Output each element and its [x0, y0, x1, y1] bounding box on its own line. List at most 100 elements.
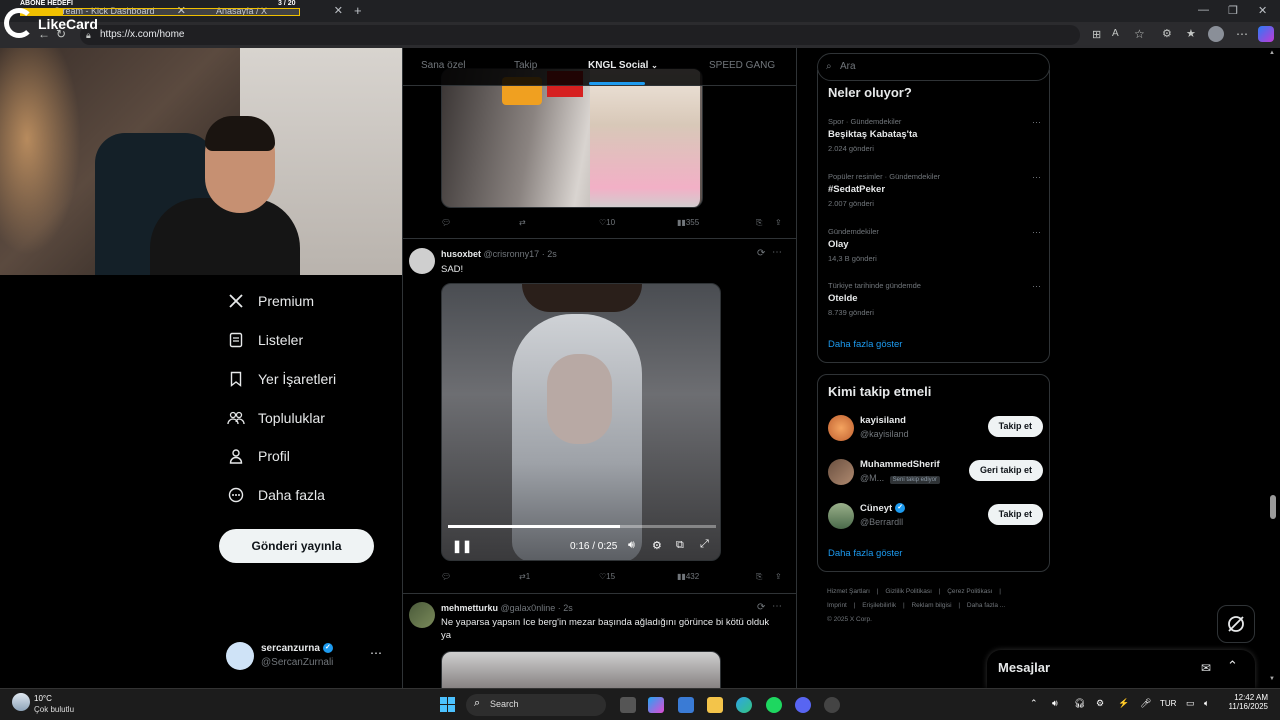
- trend-item[interactable]: Popüler resimler · Gündemdekiler #SedatP…: [828, 172, 1043, 220]
- nav-premium[interactable]: Premium: [226, 288, 314, 314]
- maximize-icon[interactable]: ❐: [1228, 4, 1238, 17]
- copilot-icon[interactable]: [1258, 26, 1274, 42]
- nav-lists[interactable]: Listeler: [226, 327, 303, 353]
- account-switcher[interactable]: sercanzurna ✓ @SercanZurnali ⋯: [226, 640, 386, 672]
- tab-speed-gang[interactable]: SPEED GANG: [709, 60, 775, 71]
- network-icon[interactable]: ⚡: [1118, 698, 1129, 709]
- page-scrollbar[interactable]: ▲ ▼: [1269, 50, 1277, 686]
- microphone-icon[interactable]: 🎤︎: [1140, 698, 1151, 709]
- profile-avatar-icon[interactable]: [1208, 26, 1224, 42]
- obs-icon[interactable]: [824, 697, 840, 713]
- spotify-icon[interactable]: [766, 697, 782, 713]
- tweet-author[interactable]: husoxbet @crisronny17 · 2s: [441, 249, 557, 259]
- follow-suggestion[interactable]: kayisiland @kayisiland Takip et: [828, 413, 1043, 445]
- retweet-button[interactable]: ⇄ 1: [519, 572, 530, 581]
- more-dots-icon[interactable]: ⋯: [1032, 117, 1041, 128]
- reply-icon[interactable]: 💬︎: [441, 572, 451, 581]
- footer-link[interactable]: Imprint: [827, 602, 847, 609]
- tab-following[interactable]: Takip: [514, 60, 537, 71]
- trend-item[interactable]: Spor · Gündemdekiler Beşiktaş Kabataş'ta…: [828, 117, 1043, 165]
- picture-in-picture-icon[interactable]: ⧉: [676, 539, 684, 552]
- nav-more[interactable]: Daha fazla: [226, 482, 325, 508]
- retweet-icon[interactable]: ⇄: [519, 218, 526, 227]
- volume-icon[interactable]: 🔊︎: [628, 539, 635, 552]
- video-progress-track[interactable]: [448, 525, 716, 528]
- more-dots-icon[interactable]: ⋯: [370, 646, 382, 660]
- reply-icon[interactable]: 💬︎: [441, 218, 451, 227]
- tweet-author[interactable]: mehmetturku @galax0nline · 2s: [441, 603, 573, 613]
- share-icon[interactable]: ⇪: [775, 218, 782, 227]
- footer-link[interactable]: Daha fazla ...: [967, 602, 1005, 609]
- fullscreen-icon[interactable]: ⤢: [700, 538, 709, 551]
- tab-for-you[interactable]: Sana özel: [421, 60, 465, 71]
- read-aloud-icon[interactable]: A: [1112, 28, 1119, 39]
- like-button[interactable]: ♡ 10: [599, 218, 615, 227]
- speaker-icon[interactable]: 🔈︎: [1204, 698, 1209, 709]
- extensions-icon[interactable]: ⚙: [1162, 27, 1172, 40]
- footer-link[interactable]: Çerez Politikası: [947, 588, 992, 595]
- show-more-link[interactable]: Daha fazla göster: [828, 548, 902, 559]
- footer-link[interactable]: Gizlilik Politikası: [885, 588, 932, 595]
- display-icon[interactable]: ▭: [1186, 698, 1195, 709]
- language-indicator[interactable]: TUR: [1160, 699, 1176, 708]
- scroll-up-icon[interactable]: ▲: [1269, 50, 1275, 56]
- tray-chevron-icon[interactable]: ⌃: [1030, 698, 1038, 709]
- volume-icon[interactable]: 🔊︎: [1052, 698, 1058, 709]
- discord-icon[interactable]: [795, 697, 811, 713]
- task-view-icon[interactable]: [620, 697, 636, 713]
- follow-button[interactable]: Takip et: [987, 416, 1043, 437]
- more-dots-icon[interactable]: ⋯: [1032, 227, 1041, 238]
- messages-drawer[interactable]: Mesajlar ✉ ⌃: [987, 650, 1255, 688]
- apps-icon[interactable]: ⊞: [1092, 28, 1101, 41]
- nav-bookmarks[interactable]: Yer İşaretleri: [226, 366, 336, 392]
- favorites-icon[interactable]: ★: [1186, 27, 1196, 40]
- follow-back-button[interactable]: Geri takip et: [968, 460, 1043, 481]
- avatar[interactable]: [409, 248, 435, 274]
- taskbar-search[interactable]: ⌕ Search: [466, 694, 606, 716]
- post-button[interactable]: Gönderi yayınla: [219, 529, 374, 563]
- minimize-icon[interactable]: —: [1198, 4, 1209, 16]
- more-dots-icon[interactable]: ⋯: [1032, 172, 1041, 183]
- expand-up-icon[interactable]: ⌃: [1227, 658, 1238, 674]
- footer-link[interactable]: Hizmet Şartları: [827, 588, 870, 595]
- like-button[interactable]: ♡ 15: [599, 572, 615, 581]
- bookmark-icon[interactable]: ⎘: [756, 218, 762, 228]
- trend-item[interactable]: Gündemdekiler Olay 14,3 B gönderi ⋯: [828, 227, 1043, 275]
- share-icon[interactable]: ⇪: [775, 572, 782, 581]
- views-button[interactable]: ▮▮ 355: [677, 218, 699, 227]
- tweet-video[interactable]: ❚❚ 0:16 / 0:25 🔊︎ ⚙ ⧉ ⤢: [441, 283, 721, 561]
- footer-link[interactable]: Erişilebilirlik: [862, 602, 896, 609]
- pause-icon[interactable]: ❚❚: [452, 539, 472, 553]
- close-window-icon[interactable]: ✕: [1258, 4, 1267, 17]
- show-more-link[interactable]: Daha fazla göster: [828, 339, 902, 350]
- clock[interactable]: 12:42 AM 11/16/2025: [1226, 693, 1268, 711]
- trend-item[interactable]: Türkiye tarihinde gündemde Otelde 8.739 …: [828, 281, 1043, 329]
- views-button[interactable]: ▮▮ 432: [677, 572, 699, 581]
- file-explorer-icon[interactable]: [707, 697, 723, 713]
- footer-link[interactable]: Reklam bilgisi: [911, 602, 951, 609]
- favorite-star-icon[interactable]: ☆: [1134, 27, 1145, 41]
- tweet-image[interactable]: [441, 68, 703, 208]
- copilot-icon[interactable]: [648, 697, 664, 713]
- more-dots-icon[interactable]: ⋯: [1032, 281, 1041, 292]
- more-dots-icon[interactable]: ⋯: [772, 601, 782, 612]
- tweet-image[interactable]: [441, 651, 721, 688]
- follow-suggestion[interactable]: MuhammedSherif @M... Seni takip ediyor G…: [828, 457, 1043, 489]
- follow-suggestion[interactable]: Cüneyt ✓ @Berrardll Takip et: [828, 501, 1043, 533]
- grok-icon[interactable]: ⟳: [757, 602, 765, 613]
- bookmark-icon[interactable]: ⎘: [756, 572, 762, 582]
- windows-start-icon[interactable]: [440, 697, 455, 712]
- menu-dots-icon[interactable]: ⋯: [1236, 27, 1248, 41]
- follow-button[interactable]: Takip et: [987, 504, 1043, 525]
- more-dots-icon[interactable]: ⋯: [772, 247, 782, 258]
- scrollbar-thumb[interactable]: [1270, 495, 1276, 519]
- store-icon[interactable]: [678, 697, 694, 713]
- grok-button[interactable]: [1217, 605, 1255, 643]
- headset-icon[interactable]: 🎧︎: [1074, 698, 1085, 709]
- steam-icon[interactable]: ⚙: [1096, 698, 1104, 709]
- nav-communities[interactable]: Topluluklar: [226, 405, 325, 431]
- new-message-icon[interactable]: ✉: [1201, 661, 1211, 675]
- settings-gear-icon[interactable]: ⚙: [652, 539, 662, 552]
- tab-kngl-social[interactable]: KNGL Social ⌄: [588, 60, 658, 71]
- grok-icon[interactable]: ⟳: [757, 248, 765, 259]
